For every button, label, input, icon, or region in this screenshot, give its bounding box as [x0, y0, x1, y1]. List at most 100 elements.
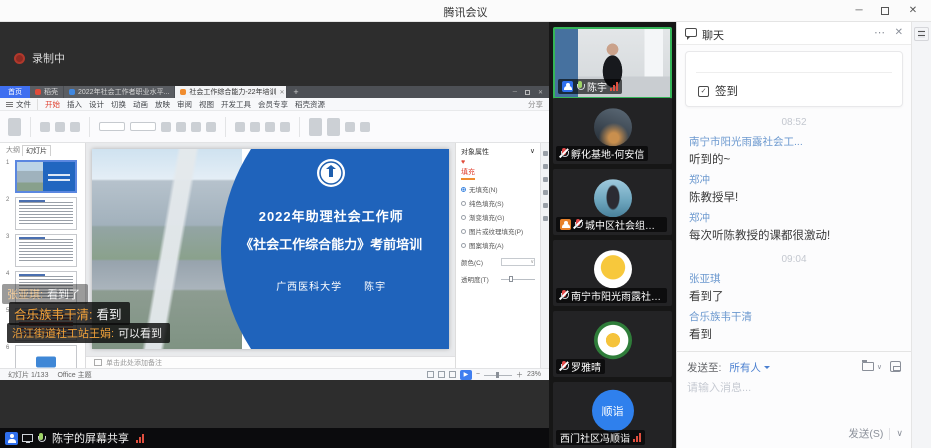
- ribbon-icon[interactable]: [250, 122, 260, 132]
- file-menu[interactable]: 文件: [6, 99, 38, 110]
- view-reading-icon[interactable]: [449, 371, 456, 378]
- zoom-slider-knob[interactable]: [496, 372, 499, 378]
- ribbon-icon[interactable]: [327, 118, 340, 136]
- new-doc-tab-button[interactable]: +: [287, 86, 304, 98]
- video-tile[interactable]: 南宁市阳光雨露社会工...: [553, 240, 672, 306]
- view-normal-icon[interactable]: [427, 371, 434, 378]
- maximize-button[interactable]: [877, 3, 893, 19]
- menu-transition[interactable]: 切换: [111, 99, 126, 110]
- close-button[interactable]: ✕: [905, 3, 921, 19]
- menu-devtools[interactable]: 开发工具: [221, 99, 251, 110]
- ribbon-icon[interactable]: [206, 122, 216, 132]
- menu-design[interactable]: 设计: [89, 99, 104, 110]
- props-collapse-icon[interactable]: ∨: [530, 147, 535, 157]
- ribbon-icon[interactable]: [280, 122, 290, 132]
- zoom-out-button[interactable]: −: [476, 371, 480, 378]
- paste-icon[interactable]: [8, 118, 21, 136]
- fill-option[interactable]: 无填充(N): [461, 184, 535, 194]
- ribbon-icon[interactable]: [265, 122, 275, 132]
- video-tile[interactable]: 顺诣 西门社区冯顺诣: [553, 382, 672, 448]
- panel-menu-icon[interactable]: [914, 27, 929, 41]
- fill-option[interactable]: 图案填充(A): [461, 240, 535, 250]
- zoom-in-button[interactable]: ＋: [516, 370, 523, 380]
- wps-maximize-icon[interactable]: [525, 90, 530, 95]
- panel-strip-icon[interactable]: [543, 203, 548, 208]
- panel-strip-icon[interactable]: [543, 151, 548, 156]
- menu-docer[interactable]: 稻壳资源: [295, 99, 325, 110]
- menu-animation[interactable]: 动画: [133, 99, 148, 110]
- wps-minimize-icon[interactable]: ─: [513, 89, 517, 95]
- ribbon-icon[interactable]: [161, 122, 171, 132]
- slide-thumb[interactable]: 3: [0, 232, 85, 269]
- send-options-icon[interactable]: ∨: [896, 428, 903, 439]
- fill-tab[interactable]: 填充: [461, 167, 475, 180]
- chat-more-button[interactable]: ⋯: [874, 26, 885, 39]
- screenshot-icon[interactable]: [890, 361, 901, 372]
- fill-option[interactable]: 渐变填充(G): [461, 212, 535, 222]
- ribbon-icon[interactable]: [360, 122, 370, 132]
- current-slide[interactable]: 2022年助理社会工作师 《社会工作综合能力》考前培训 广西医科大学 陈宇: [92, 149, 449, 349]
- ribbon-icon[interactable]: [55, 122, 65, 132]
- wps-close-icon[interactable]: ✕: [538, 89, 543, 96]
- menu-start[interactable]: 开始: [45, 99, 60, 110]
- fill-option[interactable]: 纯色填充(S): [461, 198, 535, 208]
- color-dropdown[interactable]: ∨: [501, 258, 535, 266]
- menu-insert[interactable]: 插入: [67, 99, 82, 110]
- panel-strip-icon[interactable]: [543, 177, 548, 182]
- ribbon-icon[interactable]: [345, 122, 355, 132]
- ribbon-icon[interactable]: [70, 122, 80, 132]
- panel-strip-icon[interactable]: [543, 164, 548, 169]
- slide-thumb[interactable]: 6: [0, 343, 85, 368]
- slideshow-play-button[interactable]: ▶: [460, 370, 472, 380]
- send-button[interactable]: 发送(S): [848, 426, 883, 441]
- slider-knob[interactable]: [509, 276, 513, 282]
- radio-icon: [461, 243, 466, 248]
- ribbon-icon[interactable]: [40, 122, 50, 132]
- video-tile[interactable]: 孵化基地-何安信: [553, 98, 672, 164]
- chat-close-button[interactable]: ✕: [895, 27, 903, 38]
- menu-view[interactable]: 视图: [199, 99, 214, 110]
- font-size-select[interactable]: [130, 122, 156, 131]
- slide-thumb[interactable]: 1: [0, 158, 85, 195]
- view-sorter-icon[interactable]: [438, 371, 445, 378]
- ribbon-icon[interactable]: [176, 122, 186, 132]
- video-tile-speaker[interactable]: 陈宇: [553, 27, 672, 99]
- share-menu[interactable]: 分享: [528, 99, 543, 110]
- menu-slideshow[interactable]: 放映: [155, 99, 170, 110]
- message-sender[interactable]: 郑冲: [689, 172, 710, 187]
- tab-outline[interactable]: 大纲: [6, 145, 20, 156]
- message-sender[interactable]: 张亚琪: [689, 271, 721, 286]
- font-select[interactable]: [99, 122, 125, 131]
- zoom-slider[interactable]: [484, 371, 512, 379]
- wps-doc-tab[interactable]: 稻壳: [30, 86, 64, 98]
- doc-tab-close-icon[interactable]: ✕: [280, 89, 285, 96]
- favorite-icon[interactable]: ♥: [461, 159, 535, 166]
- video-tile[interactable]: 城中区社会组织孵...: [553, 169, 672, 235]
- attach-caret-icon[interactable]: ∨: [877, 363, 882, 371]
- send-to-select[interactable]: 所有人: [729, 360, 761, 375]
- alpha-slider[interactable]: [501, 275, 535, 283]
- wps-home-tab[interactable]: 首页: [0, 86, 30, 98]
- panel-strip-icon[interactable]: [543, 216, 548, 221]
- menu-member[interactable]: 会员专享: [258, 99, 288, 110]
- video-tile[interactable]: 罗雅晴: [553, 311, 672, 377]
- minimize-button[interactable]: ─: [851, 3, 867, 19]
- menu-review[interactable]: 审阅: [177, 99, 192, 110]
- ribbon-icon[interactable]: [235, 122, 245, 132]
- wps-doc-tab[interactable]: 2022年社会工作者职业水平...: [64, 86, 175, 98]
- tab-slides[interactable]: 幻灯片: [22, 145, 51, 156]
- message-sender[interactable]: 郑冲: [689, 210, 710, 225]
- fill-option[interactable]: 图片或纹理填充(P): [461, 226, 535, 236]
- message-sender[interactable]: 南宁市阳光雨露社会工...: [689, 134, 803, 149]
- slide-thumb[interactable]: 2: [0, 195, 85, 232]
- card-divider: [696, 72, 892, 73]
- wps-doc-tab-active[interactable]: 社会工作综合能力-22年培训 ✕: [175, 86, 287, 98]
- ribbon-icon[interactable]: [309, 118, 322, 136]
- file-attach-icon[interactable]: [862, 362, 874, 371]
- ribbon-icon[interactable]: [191, 122, 201, 132]
- notes-bar[interactable]: 单击此处添加备注: [86, 356, 455, 368]
- panel-strip-icon[interactable]: [543, 190, 548, 195]
- message-input[interactable]: [687, 382, 897, 394]
- signin-button[interactable]: ✓ 签到: [698, 83, 738, 99]
- message-sender[interactable]: 合乐族韦干清: [689, 309, 752, 324]
